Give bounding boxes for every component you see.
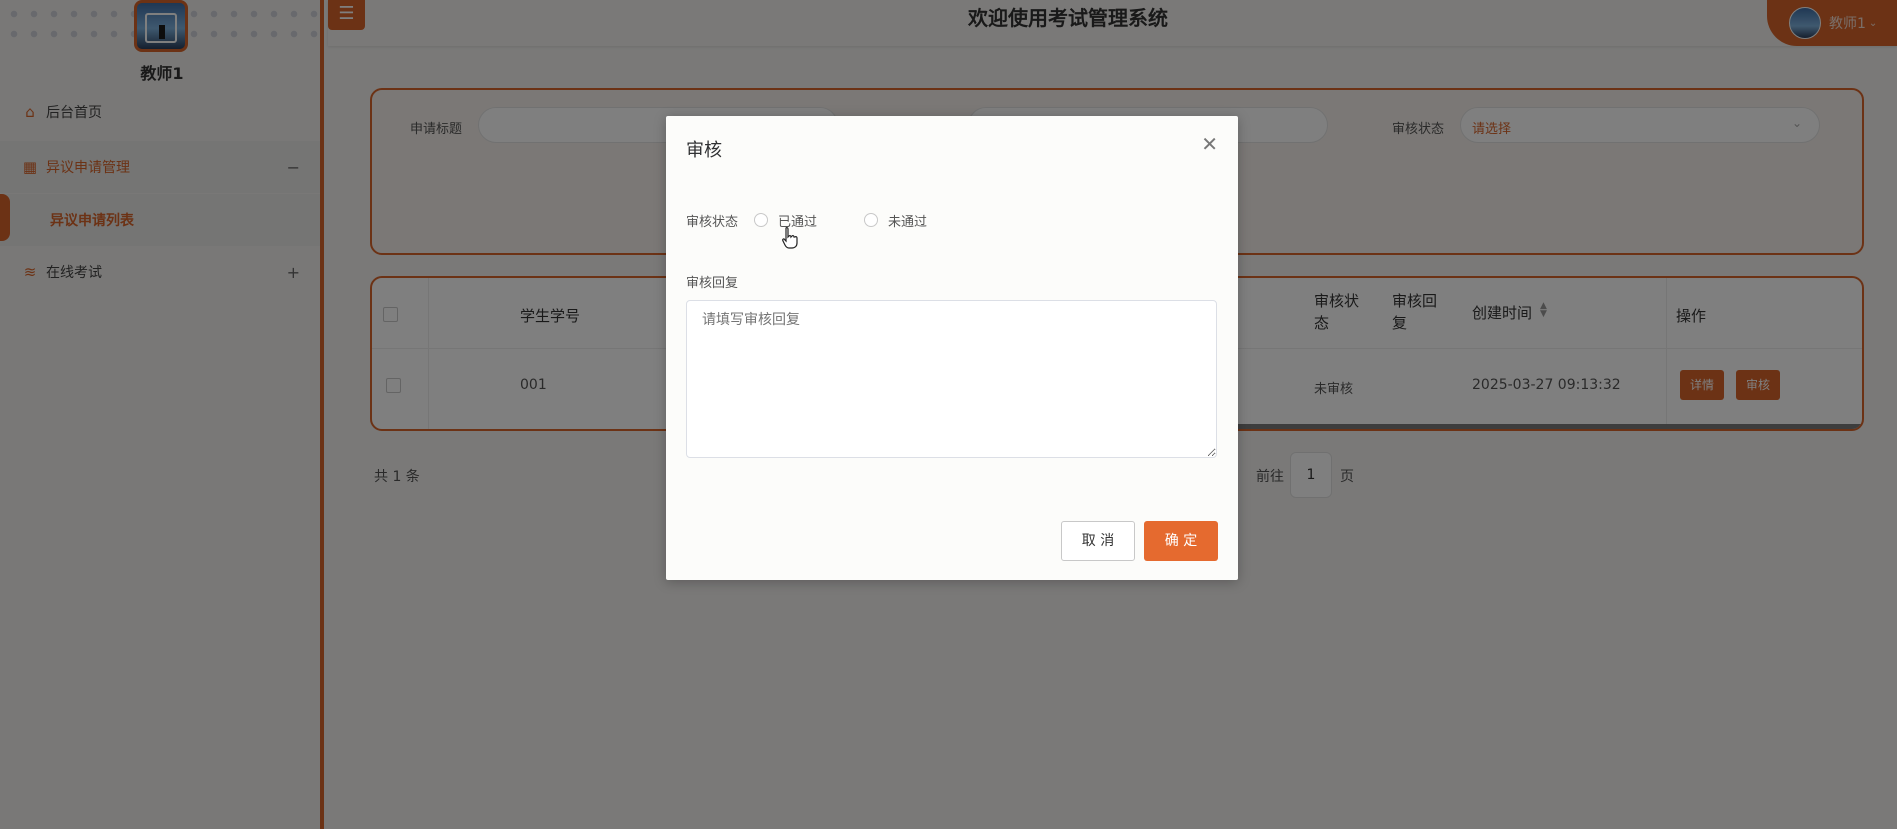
review-dialog: 审核 ✕ 审核状态 已通过 未通过 审核回复 取 消 确 定: [666, 116, 1238, 580]
review-reply-textarea[interactable]: [686, 300, 1217, 458]
hand-cursor-icon: [782, 226, 798, 249]
confirm-button[interactable]: 确 定: [1144, 521, 1218, 561]
radio-rejected-label[interactable]: 未通过: [888, 211, 927, 230]
cancel-button[interactable]: 取 消: [1061, 521, 1135, 561]
dialog-title: 审核: [686, 140, 722, 161]
radio-approved[interactable]: [754, 213, 768, 227]
review-status-label: 审核状态: [686, 215, 739, 230]
review-reply-label: 审核回复: [686, 276, 739, 291]
close-icon[interactable]: ✕: [1201, 132, 1218, 156]
radio-rejected[interactable]: [864, 213, 878, 227]
